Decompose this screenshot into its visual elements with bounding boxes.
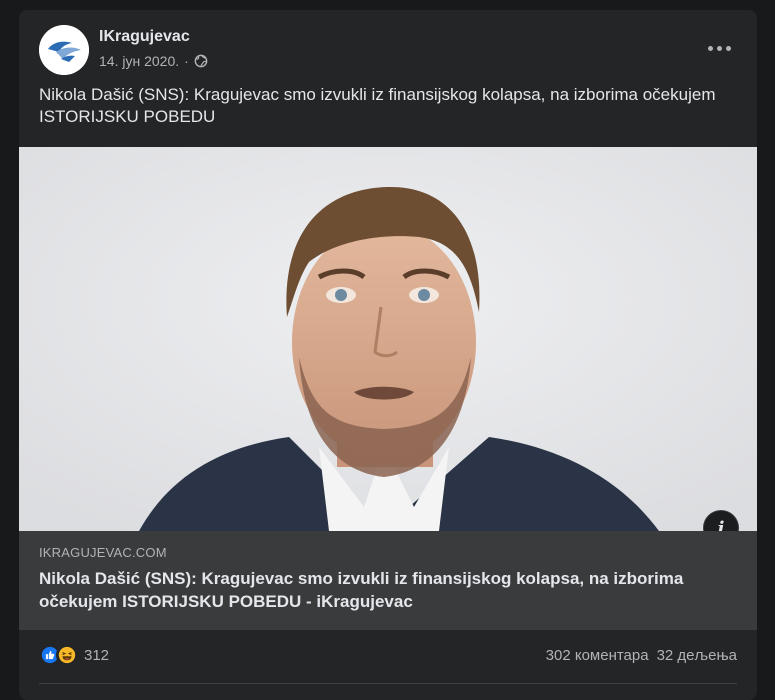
link-meta[interactable]: IKRAGUJEVAC.COM Nikola Dašić (SNS): Krag… [19, 531, 757, 630]
meta-separator: · [184, 53, 189, 69]
comments-count[interactable]: 302 коментара [546, 647, 649, 664]
engagement-counts: 302 коментара 32 дељења [546, 647, 737, 664]
post-date[interactable]: 14. јун 2020. [99, 53, 179, 69]
page-avatar[interactable] [39, 25, 89, 75]
reaction-count: 312 [84, 646, 110, 664]
more-options-button[interactable] [701, 34, 737, 62]
shares-count[interactable]: 32 дељења [657, 647, 737, 664]
more-horizontal-icon [707, 45, 713, 51]
globe-icon[interactable] [194, 54, 208, 68]
portrait-illustration [19, 147, 757, 531]
post-meta: 14. јун 2020. · [99, 53, 208, 69]
page-logo-icon [39, 25, 89, 75]
link-preview[interactable]: i IKRAGUJEVAC.COM Nikola Dašić (SNS): Kr… [19, 147, 757, 630]
page-name[interactable]: IKragujevac [99, 28, 190, 46]
divider [39, 683, 737, 684]
post-card: IKragujevac 14. јун 2020. · Nikola Dašić… [19, 10, 757, 700]
post-text: Nikola Dašić (SNS): Kragujevac smo izvuk… [39, 85, 716, 126]
post-header: IKragujevac 14. јун 2020. · [19, 10, 757, 90]
link-domain: IKRAGUJEVAC.COM [39, 545, 167, 560]
link-preview-image[interactable] [19, 147, 757, 531]
post-stats: 312 302 коментара 32 дељења [19, 638, 757, 676]
haha-icon [56, 644, 78, 666]
reactions-summary[interactable]: 312 [39, 644, 109, 666]
link-title[interactable]: Nikola Dašić (SNS): Kragujevac smo izvuk… [39, 567, 739, 613]
